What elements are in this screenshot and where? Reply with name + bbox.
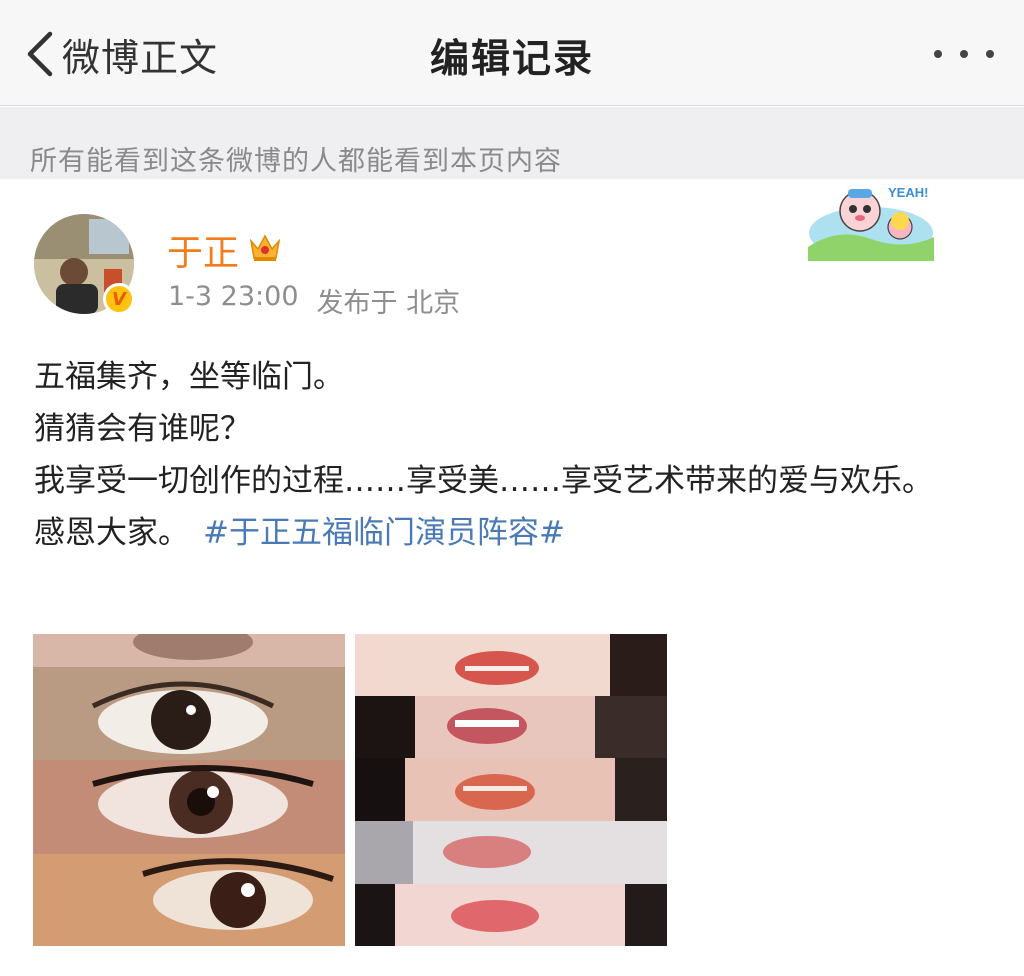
more-dots-icon[interactable] (934, 42, 994, 66)
verified-badge: V (103, 283, 135, 315)
yeah-sticker: YEAH! (808, 185, 934, 261)
post-line-2: 猜猜会有谁呢？ (34, 411, 251, 447)
post-image-2[interactable] (355, 634, 667, 946)
lips-collage-image (355, 634, 667, 946)
top-navbar: 微博正文 编辑记录 (0, 0, 1024, 106)
post-card: V 于正 1-3 23:00 发布于 北京 YEAH! 五福集齐，坐等临门。 猜… (0, 179, 1024, 976)
visibility-notice: 所有能看到这条微博的人都能看到本页内容 (0, 107, 1024, 179)
post-text: 五福集齐，坐等临门。 猜猜会有谁呢？ 我享受一切创作的过程……享受美……享受艺术… (34, 351, 954, 559)
author-name[interactable]: 于正 (167, 224, 239, 276)
page-title: 编辑记录 (429, 37, 594, 82)
post-meta: 1-3 23:00 发布于 北京 (168, 281, 460, 320)
post-line-3: 我享受一切创作的过程……享受美……享受艺术带来的爱与欢乐。 (34, 463, 933, 499)
post-line-4-text: 感恩大家。 (34, 515, 189, 551)
sticker-text: YEAH! (888, 185, 928, 200)
visibility-text: 所有能看到这条微博的人都能看到本页内容 (30, 146, 562, 177)
crown-icon (249, 234, 281, 261)
post-source: 发布于 北京 (316, 288, 461, 319)
post-time: 1-3 23:00 (168, 281, 299, 312)
post-line-4: 感恩大家。 #于正五福临门演员阵容# (34, 507, 954, 559)
post-image-1[interactable] (33, 634, 345, 946)
eyes-collage-image (33, 634, 345, 946)
hashtag-link[interactable]: #于正五福临门演员阵容# (203, 515, 565, 551)
post-line-1: 五福集齐，坐等临门。 (34, 359, 344, 395)
